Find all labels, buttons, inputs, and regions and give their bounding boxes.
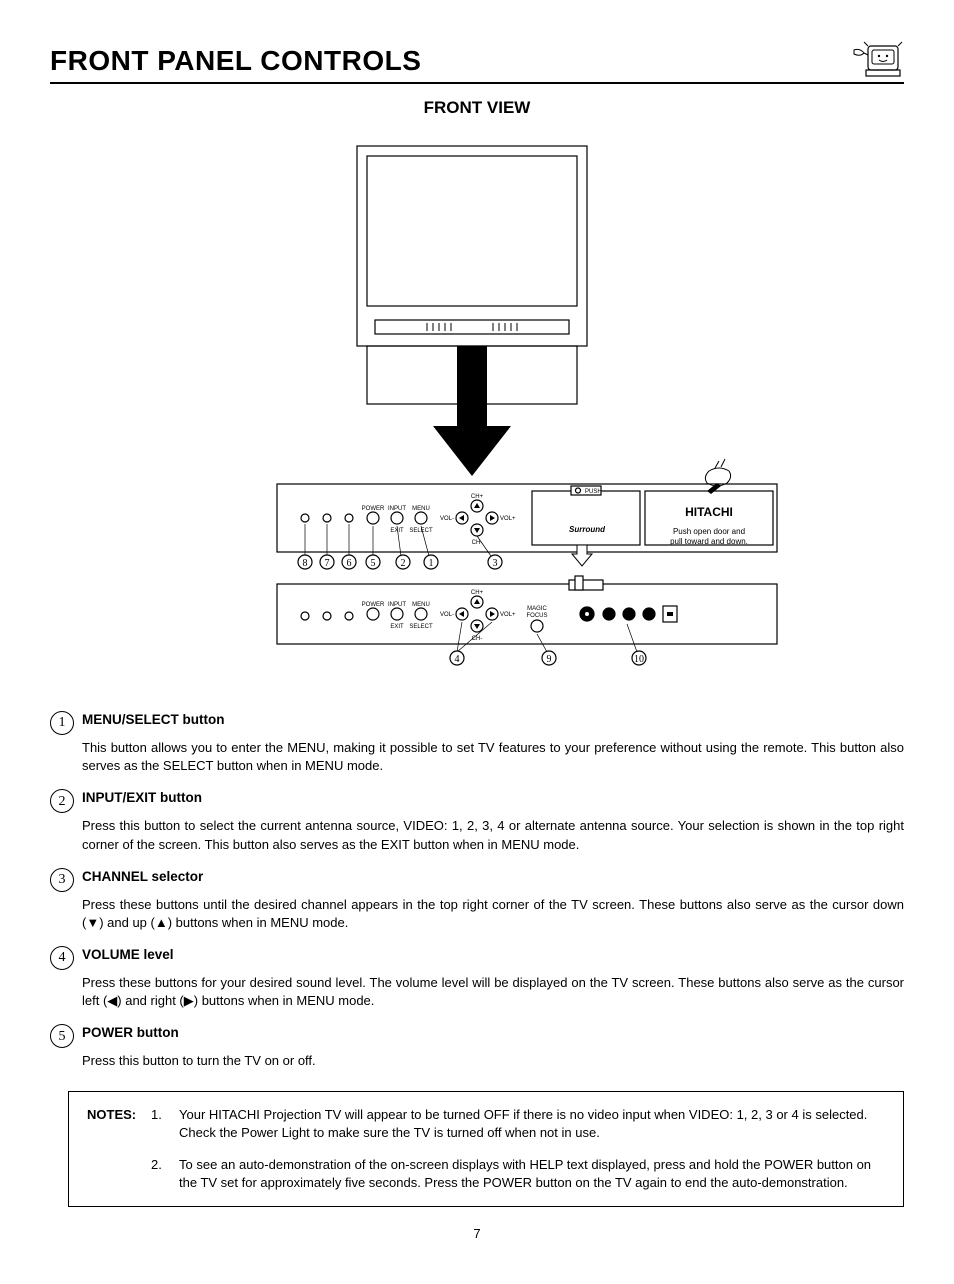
svg-text:SELECT: SELECT <box>409 528 433 534</box>
callout-number: 5 <box>50 1024 74 1048</box>
svg-text:SELECT: SELECT <box>409 624 433 630</box>
svg-text:Push open door and: Push open door and <box>673 527 745 536</box>
svg-text:INPUT: INPUT <box>388 602 406 608</box>
control-item: 1 MENU/SELECT button <box>50 711 904 735</box>
svg-text:7: 7 <box>325 558 330 569</box>
svg-text:MENU: MENU <box>412 602 430 608</box>
note-entry: 2.To see an auto-demonstration of the on… <box>151 1156 885 1192</box>
item-heading: CHANNEL selector <box>82 868 203 887</box>
item-body: Press this button to turn the TV on or o… <box>82 1052 904 1070</box>
item-body: Press these buttons until the desired ch… <box>82 896 904 932</box>
svg-text:MENU: MENU <box>412 506 430 512</box>
note-number: 1. <box>151 1106 179 1142</box>
item-body: Press this button to select the current … <box>82 817 904 853</box>
svg-text:POWER: POWER <box>362 506 385 512</box>
svg-text:6: 6 <box>347 558 352 569</box>
item-heading: POWER button <box>82 1024 179 1043</box>
svg-text:2: 2 <box>401 558 406 569</box>
note-text: To see an auto-demonstration of the on-s… <box>179 1156 885 1192</box>
item-heading: VOLUME level <box>82 946 174 965</box>
svg-text:4: 4 <box>455 654 460 665</box>
svg-text:CH+: CH+ <box>471 590 484 596</box>
callout-number: 2 <box>50 789 74 813</box>
svg-text:pull toward and down.: pull toward and down. <box>670 537 748 546</box>
svg-text:VOL+: VOL+ <box>500 612 516 618</box>
item-body: Press these buttons for your desired sou… <box>82 974 904 1010</box>
control-item: 5 POWER button <box>50 1024 904 1048</box>
svg-text:FOCUS: FOCUS <box>527 613 548 619</box>
tv-mascot-icon <box>850 40 904 80</box>
notes-box: NOTES: 1.Your HITACHI Projection TV will… <box>68 1091 904 1208</box>
item-heading: INPUT/EXIT button <box>82 789 202 808</box>
note-text: Your HITACHI Projection TV will appear t… <box>179 1106 885 1142</box>
svg-text:8: 8 <box>303 558 308 569</box>
svg-text:VOL+: VOL+ <box>500 516 516 522</box>
section-subtitle: FRONT VIEW <box>50 96 904 120</box>
svg-text:3: 3 <box>493 558 498 569</box>
notes-label: NOTES: <box>87 1106 151 1193</box>
control-item: 2 INPUT/EXIT button <box>50 789 904 813</box>
page-title: FRONT PANEL CONTROLS <box>50 41 850 80</box>
svg-text:VOL-: VOL- <box>440 612 454 618</box>
push-label: PUSH <box>585 489 602 495</box>
control-item: 4 VOLUME level <box>50 946 904 970</box>
svg-text:Surround: Surround <box>569 525 606 534</box>
svg-text:MAGIC: MAGIC <box>527 606 547 612</box>
svg-text:VOL-: VOL- <box>440 516 454 522</box>
control-item: 3 CHANNEL selector <box>50 868 904 892</box>
front-view-figure: PUSH POWER INPUT MENU EXIT SELECT CH+ VO… <box>50 136 904 681</box>
svg-text:CH+: CH+ <box>471 494 484 500</box>
svg-text:1: 1 <box>429 558 434 569</box>
svg-text:INPUT: INPUT <box>388 506 406 512</box>
note-number: 2. <box>151 1156 179 1192</box>
svg-text:5: 5 <box>371 558 376 569</box>
callout-number: 3 <box>50 868 74 892</box>
svg-text:POWER: POWER <box>362 602 385 608</box>
svg-text:EXIT: EXIT <box>390 624 404 630</box>
item-body: This button allows you to enter the MENU… <box>82 739 904 775</box>
callout-number: 1 <box>50 711 74 735</box>
svg-text:10: 10 <box>634 654 644 665</box>
svg-text:CH-: CH- <box>472 636 483 642</box>
brand-label: HITACHI <box>685 505 733 519</box>
svg-text:9: 9 <box>547 654 552 665</box>
note-entry: 1.Your HITACHI Projection TV will appear… <box>151 1106 885 1142</box>
item-heading: MENU/SELECT button <box>82 711 224 730</box>
callout-number: 4 <box>50 946 74 970</box>
